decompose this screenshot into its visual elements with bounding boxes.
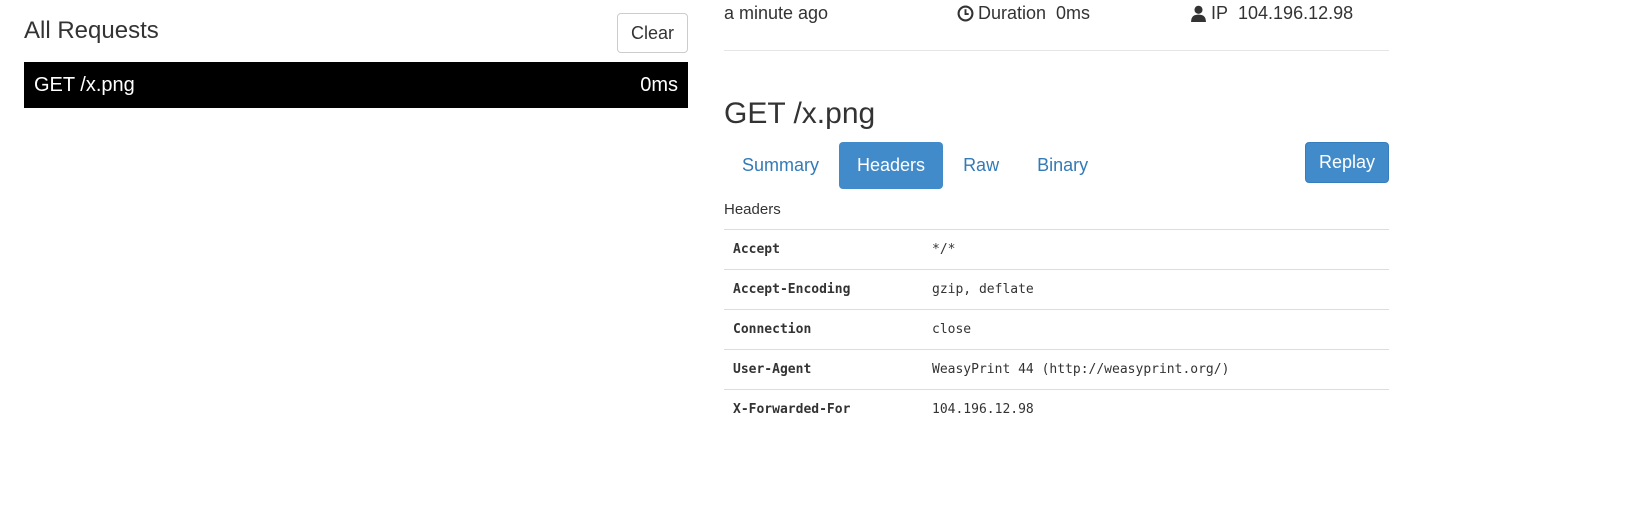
headers-table: Accept */* Accept-Encoding gzip, deflate… bbox=[724, 229, 1389, 430]
request-item-duration: 0ms bbox=[640, 73, 678, 96]
tab-binary[interactable]: Binary bbox=[1019, 142, 1106, 189]
request-meta: a minute ago Duration 0ms IP 104.196.12.… bbox=[724, 3, 1389, 25]
meta-divider bbox=[724, 50, 1389, 51]
ip-value: 104.196.12.98 bbox=[1238, 3, 1354, 23]
table-row: Accept-Encoding gzip, deflate bbox=[724, 269, 1389, 310]
header-value: gzip, deflate bbox=[923, 269, 1389, 310]
header-name: Connection bbox=[724, 309, 923, 350]
clear-button[interactable]: Clear bbox=[617, 13, 688, 53]
request-duration: Duration 0ms bbox=[957, 3, 1090, 24]
header-value: 104.196.12.98 bbox=[923, 389, 1389, 430]
header-value: close bbox=[923, 309, 1389, 350]
requests-title: All Requests bbox=[24, 17, 159, 44]
header-value: */* bbox=[923, 229, 1389, 270]
tab-summary[interactable]: Summary bbox=[724, 142, 837, 189]
user-icon bbox=[1191, 5, 1206, 22]
header-name: Accept-Encoding bbox=[724, 269, 923, 310]
table-row: X-Forwarded-For 104.196.12.98 bbox=[724, 389, 1389, 430]
request-time: a minute ago bbox=[724, 3, 829, 23]
headers-section-label: Headers bbox=[724, 201, 781, 218]
table-row: Accept */* bbox=[724, 229, 1389, 270]
table-row: Connection close bbox=[724, 309, 1389, 350]
duration-label: Duration bbox=[978, 3, 1047, 23]
request-item-label: GET /x.png bbox=[34, 73, 135, 96]
header-value: WeasyPrint 44 (http://weasyprint.org/) bbox=[923, 349, 1389, 390]
request-title: GET /x.png bbox=[724, 97, 876, 130]
header-name: X-Forwarded-For bbox=[724, 389, 923, 430]
request-list-item[interactable]: GET /x.png 0ms bbox=[24, 62, 688, 108]
tab-headers[interactable]: Headers bbox=[839, 142, 944, 189]
replay-button[interactable]: Replay bbox=[1305, 142, 1389, 183]
requests-header: All Requests Clear bbox=[24, 0, 688, 62]
duration-value: 0ms bbox=[1056, 3, 1091, 23]
tab-raw[interactable]: Raw bbox=[945, 142, 1017, 189]
ip-label: IP bbox=[1211, 3, 1229, 23]
detail-tabs: Summary Headers Raw Binary bbox=[724, 142, 1108, 190]
requests-panel: All Requests Clear GET /x.png 0ms bbox=[24, 0, 688, 108]
clock-icon bbox=[957, 5, 974, 22]
table-row: User-Agent WeasyPrint 44 (http://weasypr… bbox=[724, 349, 1389, 390]
request-ip: IP 104.196.12.98 bbox=[1190, 3, 1353, 24]
header-name: User-Agent bbox=[724, 349, 923, 390]
header-name: Accept bbox=[724, 229, 923, 270]
